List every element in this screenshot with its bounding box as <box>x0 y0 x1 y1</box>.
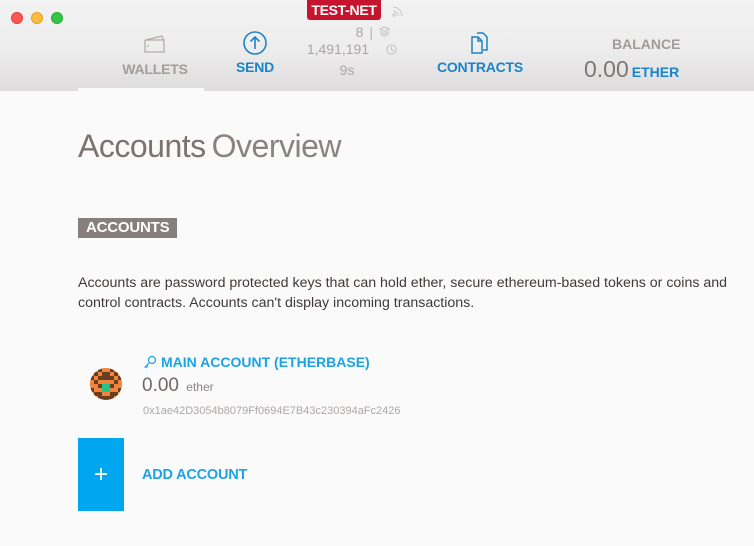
nav-contracts-label: CONTRACTS <box>436 59 524 75</box>
account-identicon <box>90 368 122 400</box>
identicon-cell <box>118 396 122 400</box>
balance-value: 0.00 ETHER <box>584 56 679 83</box>
network-badge: TEST-NET <box>307 0 381 20</box>
page-title: Accounts Overview <box>78 128 341 165</box>
identicon-cell <box>90 396 94 400</box>
nav-wallets-label: WALLETS <box>122 61 188 77</box>
identicon-cell <box>118 392 122 396</box>
account-name: MAIN ACCOUNT (ETHERBASE) <box>143 354 370 370</box>
block-number: 1,491,191 <box>300 41 410 57</box>
identicon-cell <box>118 368 122 372</box>
balance-unit: ETHER <box>631 64 680 80</box>
section-heading-accounts: ACCOUNTS <box>78 218 178 238</box>
window-minimize-button[interactable] <box>31 12 43 24</box>
add-account-button[interactable]: + <box>78 438 124 511</box>
send-icon <box>243 31 267 55</box>
network-signal-icon <box>392 6 403 17</box>
account-balance-value: 0.00 <box>142 375 179 396</box>
block-number-value: 1,491,191 <box>306 41 370 57</box>
nav-send[interactable]: SEND <box>220 31 290 75</box>
layers-icon <box>379 26 390 37</box>
nav-send-label: SEND <box>235 59 275 75</box>
last-block-time: 9s <box>300 62 410 78</box>
top-navigation-bar: TEST-NET 8 | 1,491,191 9s WALLETS SEND C… <box>0 0 754 91</box>
page-title-sub: Overview <box>211 128 342 164</box>
balance-amount: 0.00 <box>584 56 629 82</box>
contracts-icon <box>471 32 488 54</box>
balance-label: BALANCE <box>612 36 681 52</box>
peer-count-value: 8 <box>355 23 364 40</box>
window-controls <box>11 12 63 24</box>
nav-wallets[interactable]: WALLETS <box>106 34 204 77</box>
account-balance: 0.00 ether <box>142 375 214 397</box>
nav-contracts[interactable]: CONTRACTS <box>432 32 528 75</box>
accounts-description: Accounts are password protected keys tha… <box>78 275 728 311</box>
wallet-icon <box>144 35 165 53</box>
identicon-cell <box>90 368 94 372</box>
page-title-main: Accounts <box>78 128 206 164</box>
clock-icon <box>386 43 397 55</box>
add-account-link[interactable]: ADD ACCOUNT <box>142 467 247 483</box>
identicon-cell <box>114 396 118 400</box>
account-address: 0x1ae42D3054b8079Ff0694E7B43c230394aFc24… <box>143 405 401 417</box>
active-tab-indicator <box>78 88 204 91</box>
key-icon <box>144 355 157 369</box>
plus-icon: + <box>93 460 108 488</box>
account-item[interactable]: MAIN ACCOUNT (ETHERBASE) 0.00 ether 0x1a… <box>80 350 480 422</box>
window-close-button[interactable] <box>11 12 23 24</box>
account-name-label: MAIN ACCOUNT (ETHERBASE) <box>161 354 370 370</box>
peer-separator: | <box>369 23 373 40</box>
account-balance-unit: ether <box>186 380 214 394</box>
last-block-time-value: 9s <box>339 62 355 78</box>
peer-count: 8 | <box>300 22 390 41</box>
window-maximize-button[interactable] <box>51 12 63 24</box>
